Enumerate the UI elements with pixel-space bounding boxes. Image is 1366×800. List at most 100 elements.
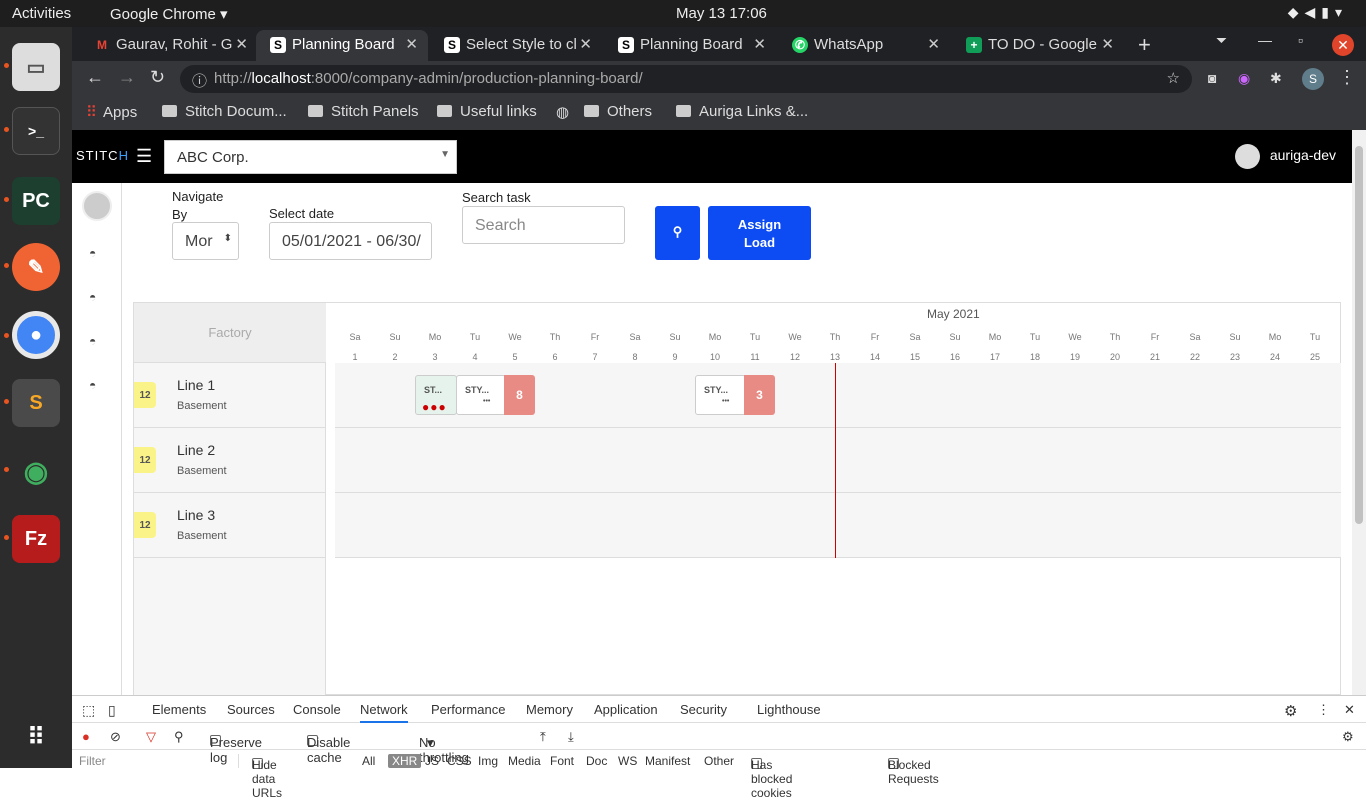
browser-tab[interactable]: S Planning Board ✕: [604, 30, 776, 61]
stitch-logo[interactable]: STITCH: [76, 148, 129, 163]
forward-icon[interactable]: →: [118, 67, 136, 88]
filter-input[interactable]: Filter: [79, 754, 239, 768]
bookmark-star-icon[interactable]: ☆: [1167, 69, 1180, 87]
tab-application[interactable]: Application: [594, 702, 658, 717]
quantity-badge[interactable]: 8: [504, 375, 535, 415]
download-icon[interactable]: ⤓: [568, 729, 574, 745]
filter-type[interactable]: Doc: [586, 754, 607, 768]
browser-tab[interactable]: ✆ WhatsApp ✕: [778, 30, 950, 61]
bookmark-folder[interactable]: Auriga Links &...: [676, 103, 808, 120]
chrome-icon[interactable]: ●: [12, 311, 60, 359]
avatar[interactable]: [82, 191, 112, 221]
date-range-input[interactable]: 05/01/2021 - 06/30/: [269, 222, 432, 260]
search-input[interactable]: Search: [462, 206, 625, 244]
bookmark-folder[interactable]: Stitch Panels: [308, 103, 419, 120]
clear-icon[interactable]: ⊘: [110, 729, 121, 745]
filter-type[interactable]: Img: [478, 754, 498, 768]
tab-security[interactable]: Security: [680, 702, 727, 717]
extension-icon[interactable]: ◙: [1208, 70, 1216, 86]
filter-icon[interactable]: ▽: [146, 729, 156, 745]
filter-xhr[interactable]: XHR: [388, 754, 422, 768]
filter-type[interactable]: Other: [704, 754, 734, 768]
info-icon[interactable]: ⓘ: [192, 70, 207, 91]
address-bar[interactable]: ⓘ http://localhost:8000/company-admin/pr…: [180, 65, 1192, 93]
bookmark-folder[interactable]: Others: [584, 103, 652, 120]
extensions-puzzle-icon[interactable]: ✱: [1270, 70, 1282, 87]
scrollbar-thumb[interactable]: [1355, 146, 1363, 524]
line-row[interactable]: 12 Line 3 Basement: [134, 493, 326, 558]
new-tab-button[interactable]: +: [1138, 32, 1151, 58]
page-scrollbar[interactable]: [1352, 130, 1366, 695]
back-icon[interactable]: ←: [86, 67, 104, 88]
close-devtools-icon[interactable]: ✕: [1344, 702, 1355, 718]
tab-lighthouse[interactable]: Lighthouse: [757, 702, 821, 717]
line-row[interactable]: 12 Line 1 Basement: [134, 363, 326, 428]
dashboard-icon[interactable]: ◓: [89, 246, 105, 260]
tab-performance[interactable]: Performance: [431, 702, 505, 717]
settings-gear-icon[interactable]: ⚙: [1284, 702, 1297, 720]
filter-type[interactable]: Media: [508, 754, 541, 768]
browser-tab-active[interactable]: S Planning Board ✕: [256, 30, 428, 61]
files-icon[interactable]: ▭: [12, 43, 60, 91]
sublime-icon[interactable]: S: [12, 379, 60, 427]
tab-elements[interactable]: Elements: [152, 702, 206, 717]
navigate-select[interactable]: Mor ⬍: [172, 222, 239, 260]
globe-bookmark[interactable]: ◍: [556, 103, 569, 121]
timeline-row: [335, 493, 1341, 558]
color-extension-icon[interactable]: ◉: [1238, 70, 1250, 87]
filter-type[interactable]: Manifest: [645, 754, 690, 768]
reload-icon[interactable]: ↻: [150, 67, 165, 88]
device-toggle-icon[interactable]: ▯: [108, 702, 116, 719]
more-options-icon[interactable]: ⋮: [1317, 702, 1330, 718]
user-menu[interactable]: auriga-dev: [1234, 144, 1336, 169]
system-tray-icons[interactable]: ◆◀▮▾: [1288, 4, 1348, 21]
browser-tab[interactable]: + TO DO - Google ✕: [952, 30, 1124, 61]
tab-memory[interactable]: Memory: [526, 702, 573, 717]
close-window-button[interactable]: ✕: [1332, 34, 1354, 56]
menu-toggle-icon[interactable]: ☰: [136, 146, 152, 167]
profile-avatar[interactable]: S: [1302, 68, 1324, 90]
postman-icon[interactable]: ✎: [12, 243, 60, 291]
browser-tab[interactable]: S Select Style to cl ✕: [430, 30, 602, 61]
bookmark-folder[interactable]: Stitch Docum...: [162, 103, 287, 120]
company-select[interactable]: ABC Corp. ▼: [164, 140, 457, 174]
clock[interactable]: May 13 17:06: [676, 5, 767, 22]
dashboard-icon[interactable]: ◓: [89, 334, 105, 348]
bookmark-folder[interactable]: Useful links: [437, 103, 537, 120]
tab-network[interactable]: Network: [360, 702, 408, 723]
search-icon[interactable]: ⚲: [174, 729, 184, 745]
chrome-menu-icon[interactable]: ⋮: [1338, 67, 1356, 88]
tab-sources[interactable]: Sources: [227, 702, 275, 717]
filter-type[interactable]: JS: [425, 754, 439, 768]
activities-button[interactable]: Activities: [12, 5, 71, 22]
upload-icon[interactable]: ⤒: [540, 729, 546, 745]
assign-load-button[interactable]: Assign Load: [708, 206, 811, 260]
network-settings-icon[interactable]: ⚙: [1342, 729, 1354, 745]
task-card[interactable]: STY... •••: [695, 375, 746, 415]
record-icon[interactable]: ●: [82, 729, 90, 744]
filter-type[interactable]: CSS: [447, 754, 472, 768]
robo3t-icon[interactable]: ◉: [12, 447, 60, 495]
filter-type[interactable]: WS: [618, 754, 637, 768]
browser-tab[interactable]: M Gaurav, Rohit - G ✕: [80, 30, 258, 61]
show-apps-icon[interactable]: ⠿: [12, 713, 60, 761]
dashboard-icon[interactable]: ◓: [89, 290, 105, 304]
task-card[interactable]: ST... ●●●: [415, 375, 457, 415]
tab-search-icon[interactable]: ⏷: [1216, 32, 1227, 49]
filezilla-icon[interactable]: Fz: [12, 515, 60, 563]
terminal-icon[interactable]: >_: [12, 107, 60, 155]
app-menu[interactable]: Google Chrome ▾: [110, 5, 228, 23]
maximize-button[interactable]: ▫: [1298, 32, 1303, 48]
quantity-badge[interactable]: 3: [744, 375, 775, 415]
search-button[interactable]: ⚲: [655, 206, 700, 260]
dashboard-icon[interactable]: ◓: [89, 378, 105, 392]
filter-all[interactable]: All: [362, 754, 375, 768]
bookmark-apps[interactable]: ⠿ Apps: [86, 103, 137, 121]
inspect-icon[interactable]: ⬚: [82, 702, 95, 719]
tab-console[interactable]: Console: [293, 702, 341, 717]
line-row[interactable]: 12 Line 2 Basement: [134, 428, 326, 493]
minimize-button[interactable]: —: [1258, 32, 1272, 48]
pycharm-icon[interactable]: PC: [12, 177, 60, 225]
task-card[interactable]: STY... •••: [456, 375, 506, 415]
filter-type[interactable]: Font: [550, 754, 574, 768]
